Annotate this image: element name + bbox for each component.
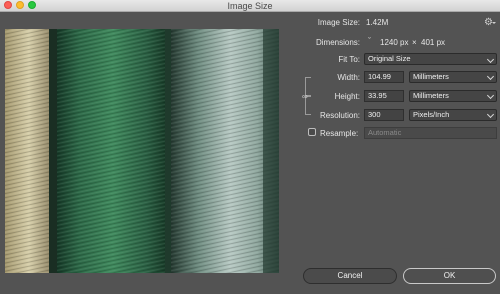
resolution-unit-value: Pixels/Inch (413, 110, 450, 119)
height-label: Height: (334, 92, 360, 101)
resample-checkbox[interactable] (308, 128, 316, 136)
window-title: Image Size (227, 1, 273, 11)
resample-label: Resample: (320, 129, 359, 138)
image-size-label: Image Size: (317, 18, 360, 27)
resolution-input[interactable]: 300 (364, 109, 404, 121)
image-size-dialog: Image Size ⚙ Image Size: 1.42M Dimension… (0, 0, 500, 294)
fit-to-value: Original Size (368, 54, 411, 63)
chevron-down-icon (486, 110, 495, 119)
ok-button[interactable]: OK (403, 268, 496, 284)
resample-method-select[interactable]: Automatic (364, 127, 497, 139)
width-unit-select[interactable]: Millimeters (409, 71, 497, 83)
width-unit-value: Millimeters (413, 72, 449, 81)
dimensions-separator: × (412, 38, 417, 47)
image-preview[interactable] (5, 29, 279, 273)
width-label: Width: (337, 73, 360, 82)
title-bar: Image Size (0, 0, 500, 12)
chevron-down-icon (486, 72, 495, 81)
fit-to-select[interactable]: Original Size (364, 53, 497, 65)
dimensions-height: 401 px (421, 38, 446, 47)
chevron-down-icon (486, 91, 495, 100)
dimensions-width: 1240 px (380, 38, 409, 47)
dimensions-label: Dimensions: (315, 38, 360, 47)
height-unit-select[interactable]: Millimeters (409, 90, 497, 102)
fit-to-label: Fit To: (338, 55, 360, 64)
image-size-value: 1.42M (366, 18, 389, 27)
width-input[interactable]: 104.99 (364, 71, 404, 83)
height-unit-value: Millimeters (413, 91, 449, 100)
chevron-down-icon (492, 22, 496, 24)
chevron-down-icon (486, 55, 495, 64)
resolution-label: Resolution: (319, 111, 360, 120)
height-input[interactable]: 33.95 (364, 90, 404, 102)
cancel-button[interactable]: Cancel (303, 268, 397, 284)
resolution-unit-select[interactable]: Pixels/Inch (409, 109, 497, 121)
dimensions-dropdown-caret-icon[interactable]: ˇ (368, 36, 371, 46)
